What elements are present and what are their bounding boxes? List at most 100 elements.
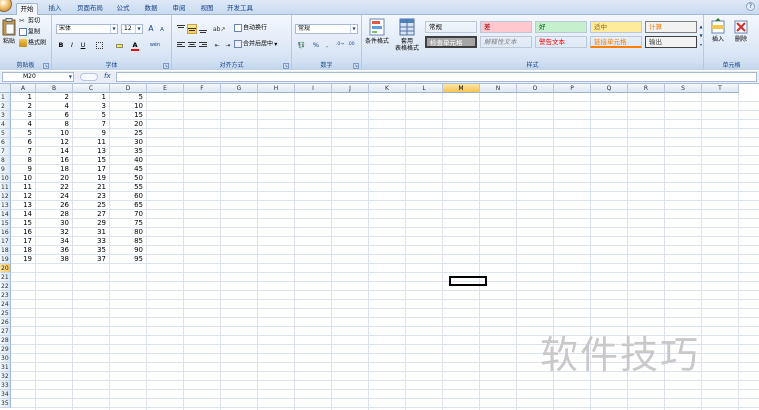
wrap-text-button[interactable]: 自动换行	[234, 24, 267, 33]
cell-c6[interactable]: 11	[73, 138, 110, 147]
tab-view[interactable]: 视图	[196, 3, 218, 15]
number-launcher-icon[interactable]: ↘	[353, 63, 359, 69]
column-header-j[interactable]: J	[332, 84, 369, 93]
cell-d14[interactable]: 70	[110, 210, 147, 219]
row-header-10[interactable]: 10	[0, 174, 11, 183]
cell-b18[interactable]: 36	[36, 246, 73, 255]
cell-c15[interactable]: 29	[73, 219, 110, 228]
active-cell-m20[interactable]	[449, 276, 487, 286]
row-header-21[interactable]: 21	[0, 273, 11, 282]
align-bottom-button[interactable]	[198, 24, 208, 34]
row-header-5[interactable]: 5	[0, 129, 11, 138]
cell-d18[interactable]: 90	[110, 246, 147, 255]
tab-home[interactable]: 开始	[16, 3, 38, 15]
row-header-35[interactable]: 35	[0, 399, 11, 408]
cell-b17[interactable]: 34	[36, 237, 73, 246]
grow-font-button[interactable]: A	[146, 24, 156, 34]
column-header-n[interactable]: N	[480, 84, 517, 93]
cell-c17[interactable]: 33	[73, 237, 110, 246]
cell-c5[interactable]: 9	[73, 129, 110, 138]
cut-button[interactable]: ✂ 剪切	[19, 17, 40, 26]
font-name-combo[interactable]: 宋体 ▼	[56, 24, 118, 34]
cell-b1[interactable]: 2	[36, 93, 73, 102]
underline-button[interactable]: U	[78, 40, 88, 50]
delete-cells-button[interactable]: 删除	[731, 18, 751, 43]
cell-c4[interactable]: 7	[73, 120, 110, 129]
column-header-r[interactable]: R	[628, 84, 665, 93]
number-format-combo[interactable]: 常规 ▼	[295, 24, 358, 34]
cell-a19[interactable]: 19	[11, 255, 36, 264]
cell-d13[interactable]: 65	[110, 201, 147, 210]
cell-b12[interactable]: 24	[36, 192, 73, 201]
cell-d3[interactable]: 15	[110, 111, 147, 120]
tab-page-layout[interactable]: 页面布局	[73, 3, 107, 15]
row-header-30[interactable]: 30	[0, 354, 11, 363]
row-header-16[interactable]: 16	[0, 228, 11, 237]
row-header-4[interactable]: 4	[0, 120, 11, 129]
name-box[interactable]: M20 ▼	[2, 72, 74, 82]
cell-c3[interactable]: 5	[73, 111, 110, 120]
column-header-q[interactable]: Q	[591, 84, 628, 93]
row-header-25[interactable]: 25	[0, 309, 11, 318]
cell-b9[interactable]: 18	[36, 165, 73, 174]
format-as-table-button[interactable]: 套用 表格格式	[393, 18, 421, 52]
align-left-button[interactable]	[176, 40, 186, 50]
cell-a7[interactable]: 7	[11, 147, 36, 156]
decrease-indent-button[interactable]: ⇤	[212, 40, 222, 50]
cell-d12[interactable]: 60	[110, 192, 147, 201]
currency-button[interactable]: 💱	[295, 40, 308, 50]
style-output[interactable]: 输出	[645, 36, 697, 48]
row-header-24[interactable]: 24	[0, 300, 11, 309]
column-header-e[interactable]: E	[147, 84, 184, 93]
cell-b15[interactable]: 30	[36, 219, 73, 228]
cell-c9[interactable]: 17	[73, 165, 110, 174]
column-header-b[interactable]: B	[36, 84, 73, 93]
cell-a17[interactable]: 17	[11, 237, 36, 246]
column-header-d[interactable]: D	[110, 84, 147, 93]
row-header-7[interactable]: 7	[0, 147, 11, 156]
tab-insert[interactable]: 插入	[44, 3, 66, 15]
cell-b14[interactable]: 28	[36, 210, 73, 219]
style-normal[interactable]: 常规	[425, 21, 477, 33]
font-launcher-icon[interactable]: ↘	[163, 63, 169, 69]
alignment-launcher-icon[interactable]: ↘	[283, 63, 289, 69]
clipboard-launcher-icon[interactable]: ↘	[43, 63, 49, 69]
row-header-28[interactable]: 28	[0, 336, 11, 345]
column-header-m[interactable]: M	[443, 84, 480, 93]
formula-input[interactable]	[116, 72, 757, 82]
cell-d2[interactable]: 10	[110, 102, 147, 111]
help-icon[interactable]: ?	[746, 2, 755, 11]
cell-c7[interactable]: 13	[73, 147, 110, 156]
tab-formulas[interactable]: 公式	[112, 3, 134, 15]
row-header-23[interactable]: 23	[0, 291, 11, 300]
shrink-font-button[interactable]: A	[157, 25, 167, 35]
row-header-29[interactable]: 29	[0, 345, 11, 354]
merge-center-button[interactable]: 合并后居中 ▼	[234, 40, 277, 49]
cell-a13[interactable]: 13	[11, 201, 36, 210]
row-header-13[interactable]: 13	[0, 201, 11, 210]
cell-b3[interactable]: 6	[36, 111, 73, 120]
cell-b8[interactable]: 16	[36, 156, 73, 165]
paste-button[interactable]: 粘贴	[1, 18, 17, 45]
column-header-p[interactable]: P	[554, 84, 591, 93]
style-good[interactable]: 好	[535, 21, 587, 33]
cell-a1[interactable]: 1	[11, 93, 36, 102]
cell-b16[interactable]: 32	[36, 228, 73, 237]
cell-c2[interactable]: 3	[73, 102, 110, 111]
cell-d16[interactable]: 80	[110, 228, 147, 237]
cell-b13[interactable]: 26	[36, 201, 73, 210]
cell-b11[interactable]: 22	[36, 183, 73, 192]
row-header-3[interactable]: 3	[0, 111, 11, 120]
row-header-12[interactable]: 12	[0, 192, 11, 201]
fill-color-button[interactable]	[114, 40, 124, 50]
tab-developer[interactable]: 开发工具	[224, 3, 256, 15]
row-header-2[interactable]: 2	[0, 102, 11, 111]
cell-d11[interactable]: 55	[110, 183, 147, 192]
cell-c18[interactable]: 35	[73, 246, 110, 255]
cell-a15[interactable]: 15	[11, 219, 36, 228]
italic-button[interactable]: I	[67, 40, 77, 50]
cell-d10[interactable]: 50	[110, 174, 147, 183]
column-header-l[interactable]: L	[406, 84, 443, 93]
column-header-f[interactable]: F	[184, 84, 221, 93]
cell-d7[interactable]: 35	[110, 147, 147, 156]
